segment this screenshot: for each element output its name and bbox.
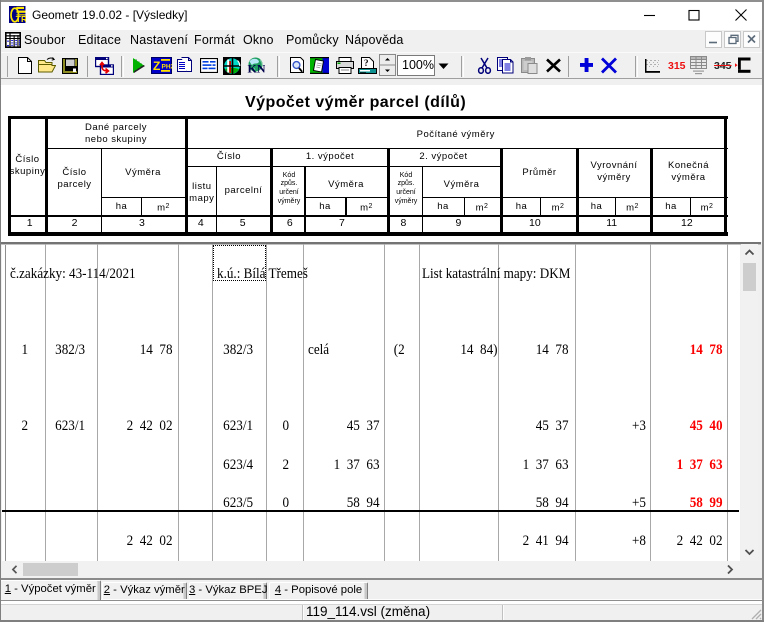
svg-text:TR: TR <box>16 14 26 23</box>
svg-text:PH2: PH2 <box>162 64 173 71</box>
svg-text:KN: KN <box>248 62 266 76</box>
svg-text:Z: Z <box>153 59 160 73</box>
svg-text:?: ? <box>364 58 369 68</box>
